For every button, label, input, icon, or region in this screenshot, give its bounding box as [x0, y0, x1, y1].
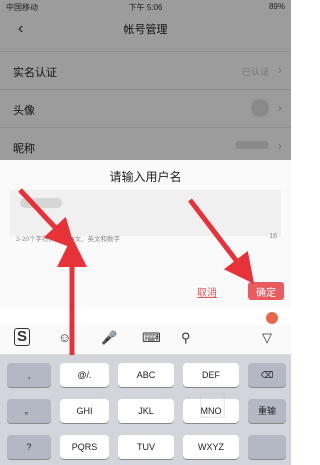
emoji-icon[interactable]: ☺ — [58, 330, 71, 345]
key-ghi[interactable]: GHI — [60, 399, 109, 423]
key-extra[interactable] — [248, 435, 286, 459]
row-real-name[interactable]: 实名认证 已认证 › — [0, 51, 291, 90]
chevron-right-icon: › — [277, 100, 282, 115]
clock: 下午 5:06 — [128, 3, 163, 12]
keyboard: , @/. ABC DEF ⌫ 。 GHI JKL MNO 重输 ? PQRS … — [0, 355, 291, 465]
key-question[interactable]: ? — [7, 435, 51, 459]
keyboard-toolbar: S ☺ 🎤 ⌨ ⚲ ▽ — [0, 324, 291, 355]
key-jkl[interactable]: JKL — [118, 399, 174, 423]
reset-key[interactable]: 重输 — [248, 399, 286, 423]
mic-icon[interactable]: 🎤 — [101, 330, 117, 346]
sogou-floating-icon[interactable] — [266, 312, 278, 324]
dialog-title: 请输入用户名 — [109, 170, 182, 184]
avatar — [251, 99, 269, 119]
row-avatar[interactable]: 头像 › — [0, 89, 291, 128]
row-label: 昵称 — [13, 143, 35, 155]
page-title: 帐号管理 — [123, 24, 168, 36]
typed-text-blurred — [20, 198, 62, 208]
collapse-icon[interactable]: ▽ — [262, 330, 272, 346]
cancel-button[interactable]: 取消 — [197, 284, 217, 299]
key-abc[interactable]: ABC — [118, 363, 174, 387]
key-period[interactable]: 。 — [7, 399, 51, 423]
row-label: 实名认证 — [13, 67, 57, 79]
chevron-right-icon: › — [277, 62, 282, 77]
backspace-key[interactable]: ⌫ — [248, 363, 286, 387]
row-value: 已认证 — [241, 67, 269, 77]
key-tuv[interactable]: TUV — [118, 435, 174, 459]
username-dialog: 请输入用户名 2-20个字符，支持中文、英文和数字 16 取消 确定 — [0, 160, 291, 308]
sogou-logo-icon[interactable]: S — [14, 328, 31, 346]
watermark-logo: □ — [200, 380, 226, 427]
navigation-bar: ‹ 帐号管理 — [0, 14, 291, 44]
battery-level: 89% — [268, 2, 285, 11]
row-value-blurred — [235, 141, 269, 151]
key-comma[interactable]: , — [7, 363, 51, 387]
key-symbols[interactable]: @/. — [60, 363, 109, 387]
account-management-screen: 中国移动 下午 5:06 89% ‹ 帐号管理 实名认证 已认证 › 头像 › … — [0, 0, 291, 160]
keyboard-icon[interactable]: ⌨ — [142, 330, 161, 346]
search-icon[interactable]: ⚲ — [181, 330, 191, 346]
row-label: 头像 — [13, 105, 35, 117]
confirm-button[interactable]: 确定 — [248, 282, 284, 300]
chevron-right-icon: › — [277, 138, 282, 153]
input-hint: 2-20个字符，支持中文、英文和数字 — [16, 236, 121, 243]
key-wxyz[interactable]: WXYZ — [183, 435, 239, 459]
char-count: 16 — [269, 233, 277, 240]
key-pqrs[interactable]: PQRS — [60, 435, 109, 459]
username-input[interactable] — [10, 190, 281, 236]
status-bar: 中国移动 下午 5:06 89% — [0, 0, 291, 14]
